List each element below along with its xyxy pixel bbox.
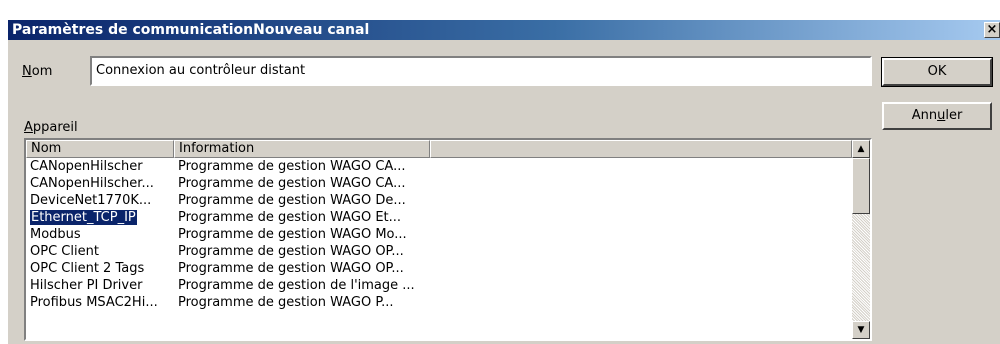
device-list[interactable]: Nom Information CANopenHilscher Programme… (24, 138, 872, 341)
list-item-name-text: CANopenHilscher (30, 159, 143, 174)
list-item-info: Programme de gestion WAGO OP... (178, 261, 404, 276)
title-bar[interactable]: Paramètres de communicationNouveau canal… (8, 20, 1000, 40)
list-item-info: Programme de gestion de l'image ... (178, 278, 415, 293)
list-item-name-text: Modbus (30, 227, 81, 242)
ok-button-label: OK (927, 64, 947, 79)
list-item[interactable]: Modbus Programme de gestion WAGO Mo... (26, 226, 852, 243)
list-item[interactable]: Profibus MSAC2Hi... Programme de gestion … (26, 294, 852, 311)
list-rows: CANopenHilscher Programme de gestion WAGO… (26, 158, 852, 339)
list-item-info: Programme de gestion WAGO Mo... (178, 227, 407, 242)
list-item-name-text: Ethernet_TCP_IP (30, 209, 138, 226)
scroll-up-icon: ▲ (857, 144, 865, 154)
list-item[interactable]: OPC Client 2 Tags Programme de gestion WA… (26, 260, 852, 277)
list-item-info: Programme de gestion WAGO De... (178, 193, 406, 208)
list-item-name-text: OPC Client 2 Tags (30, 261, 145, 276)
device-label: Appareil (24, 120, 78, 135)
list-item[interactable]: CANopenHilscher... Programme de gestion W… (26, 175, 852, 192)
name-input-value: Connexion au contrôleur distant (96, 63, 306, 78)
device-label-hotkey: A (24, 120, 33, 135)
list-item-name: CANopenHilscher (30, 158, 171, 175)
close-icon: × (986, 22, 998, 37)
list-header: Nom Information (26, 140, 852, 158)
list-item-name: OPC Client (30, 243, 171, 260)
column-header-name[interactable]: Nom (26, 140, 174, 158)
list-item-name-text: CANopenHilscher... (30, 176, 154, 191)
list-item[interactable]: CANopenHilscher Programme de gestion WAGO… (26, 158, 852, 175)
list-item-name: Hilscher PI Driver (30, 277, 171, 294)
list-item-info: Programme de gestion WAGO CA... (178, 159, 406, 174)
list-item-name-text: DeviceNet1770K... (30, 193, 152, 208)
list-item[interactable]: OPC Client Programme de gestion WAGO OP..… (26, 243, 852, 260)
list-item-name: Ethernet_TCP_IP (30, 209, 171, 226)
ok-button[interactable]: OK (881, 57, 993, 87)
scroll-up-button[interactable]: ▲ (852, 140, 870, 158)
list-item-info: Programme de gestion WAGO OP... (178, 244, 404, 259)
name-label: Nom (22, 64, 52, 79)
list-item-name: Profibus MSAC2Hi... (30, 294, 171, 311)
column-header-empty[interactable] (430, 140, 852, 158)
list-item-name: OPC Client 2 Tags (30, 260, 171, 277)
scroll-down-button[interactable]: ▼ (852, 321, 870, 339)
dialog-body: Nom Connexion au contrôleur distant OK A… (8, 40, 1000, 344)
scroll-down-icon: ▼ (857, 325, 865, 335)
cancel-button[interactable]: Annuler (882, 102, 992, 130)
list-item[interactable]: Ethernet_TCP_IP Programme de gestion WAGO… (26, 209, 852, 226)
window-title: Paramètres de communicationNouveau canal (12, 22, 370, 38)
cancel-label-post: ler (945, 108, 963, 123)
list-item-name-text: Hilscher PI Driver (30, 278, 143, 293)
column-header-information[interactable]: Information (174, 140, 430, 158)
list-item-name: CANopenHilscher... (30, 175, 171, 192)
vertical-scrollbar[interactable]: ▲ ▼ (852, 140, 870, 339)
name-input[interactable]: Connexion au contrôleur distant (90, 56, 872, 86)
list-item-info: Programme de gestion WAGO P... (178, 295, 394, 310)
list-item-name: DeviceNet1770K... (30, 192, 171, 209)
name-label-text: om (31, 64, 53, 79)
list-item[interactable]: Hilscher PI Driver Programme de gestion d… (26, 277, 852, 294)
list-item-info: Programme de gestion WAGO CA... (178, 176, 406, 191)
list-item-name-text: OPC Client (30, 244, 99, 259)
close-button[interactable]: × (984, 22, 1000, 38)
cancel-label-pre: Ann (911, 108, 938, 123)
list-item-info: Programme de gestion WAGO Et... (178, 210, 402, 225)
device-label-text: ppareil (32, 120, 78, 135)
name-label-hotkey: N (22, 64, 32, 79)
list-item-name: Modbus (30, 226, 171, 243)
list-item-name-text: Profibus MSAC2Hi... (30, 295, 158, 310)
list-item[interactable]: DeviceNet1770K... Programme de gestion WA… (26, 192, 852, 209)
scroll-thumb[interactable] (852, 158, 870, 214)
